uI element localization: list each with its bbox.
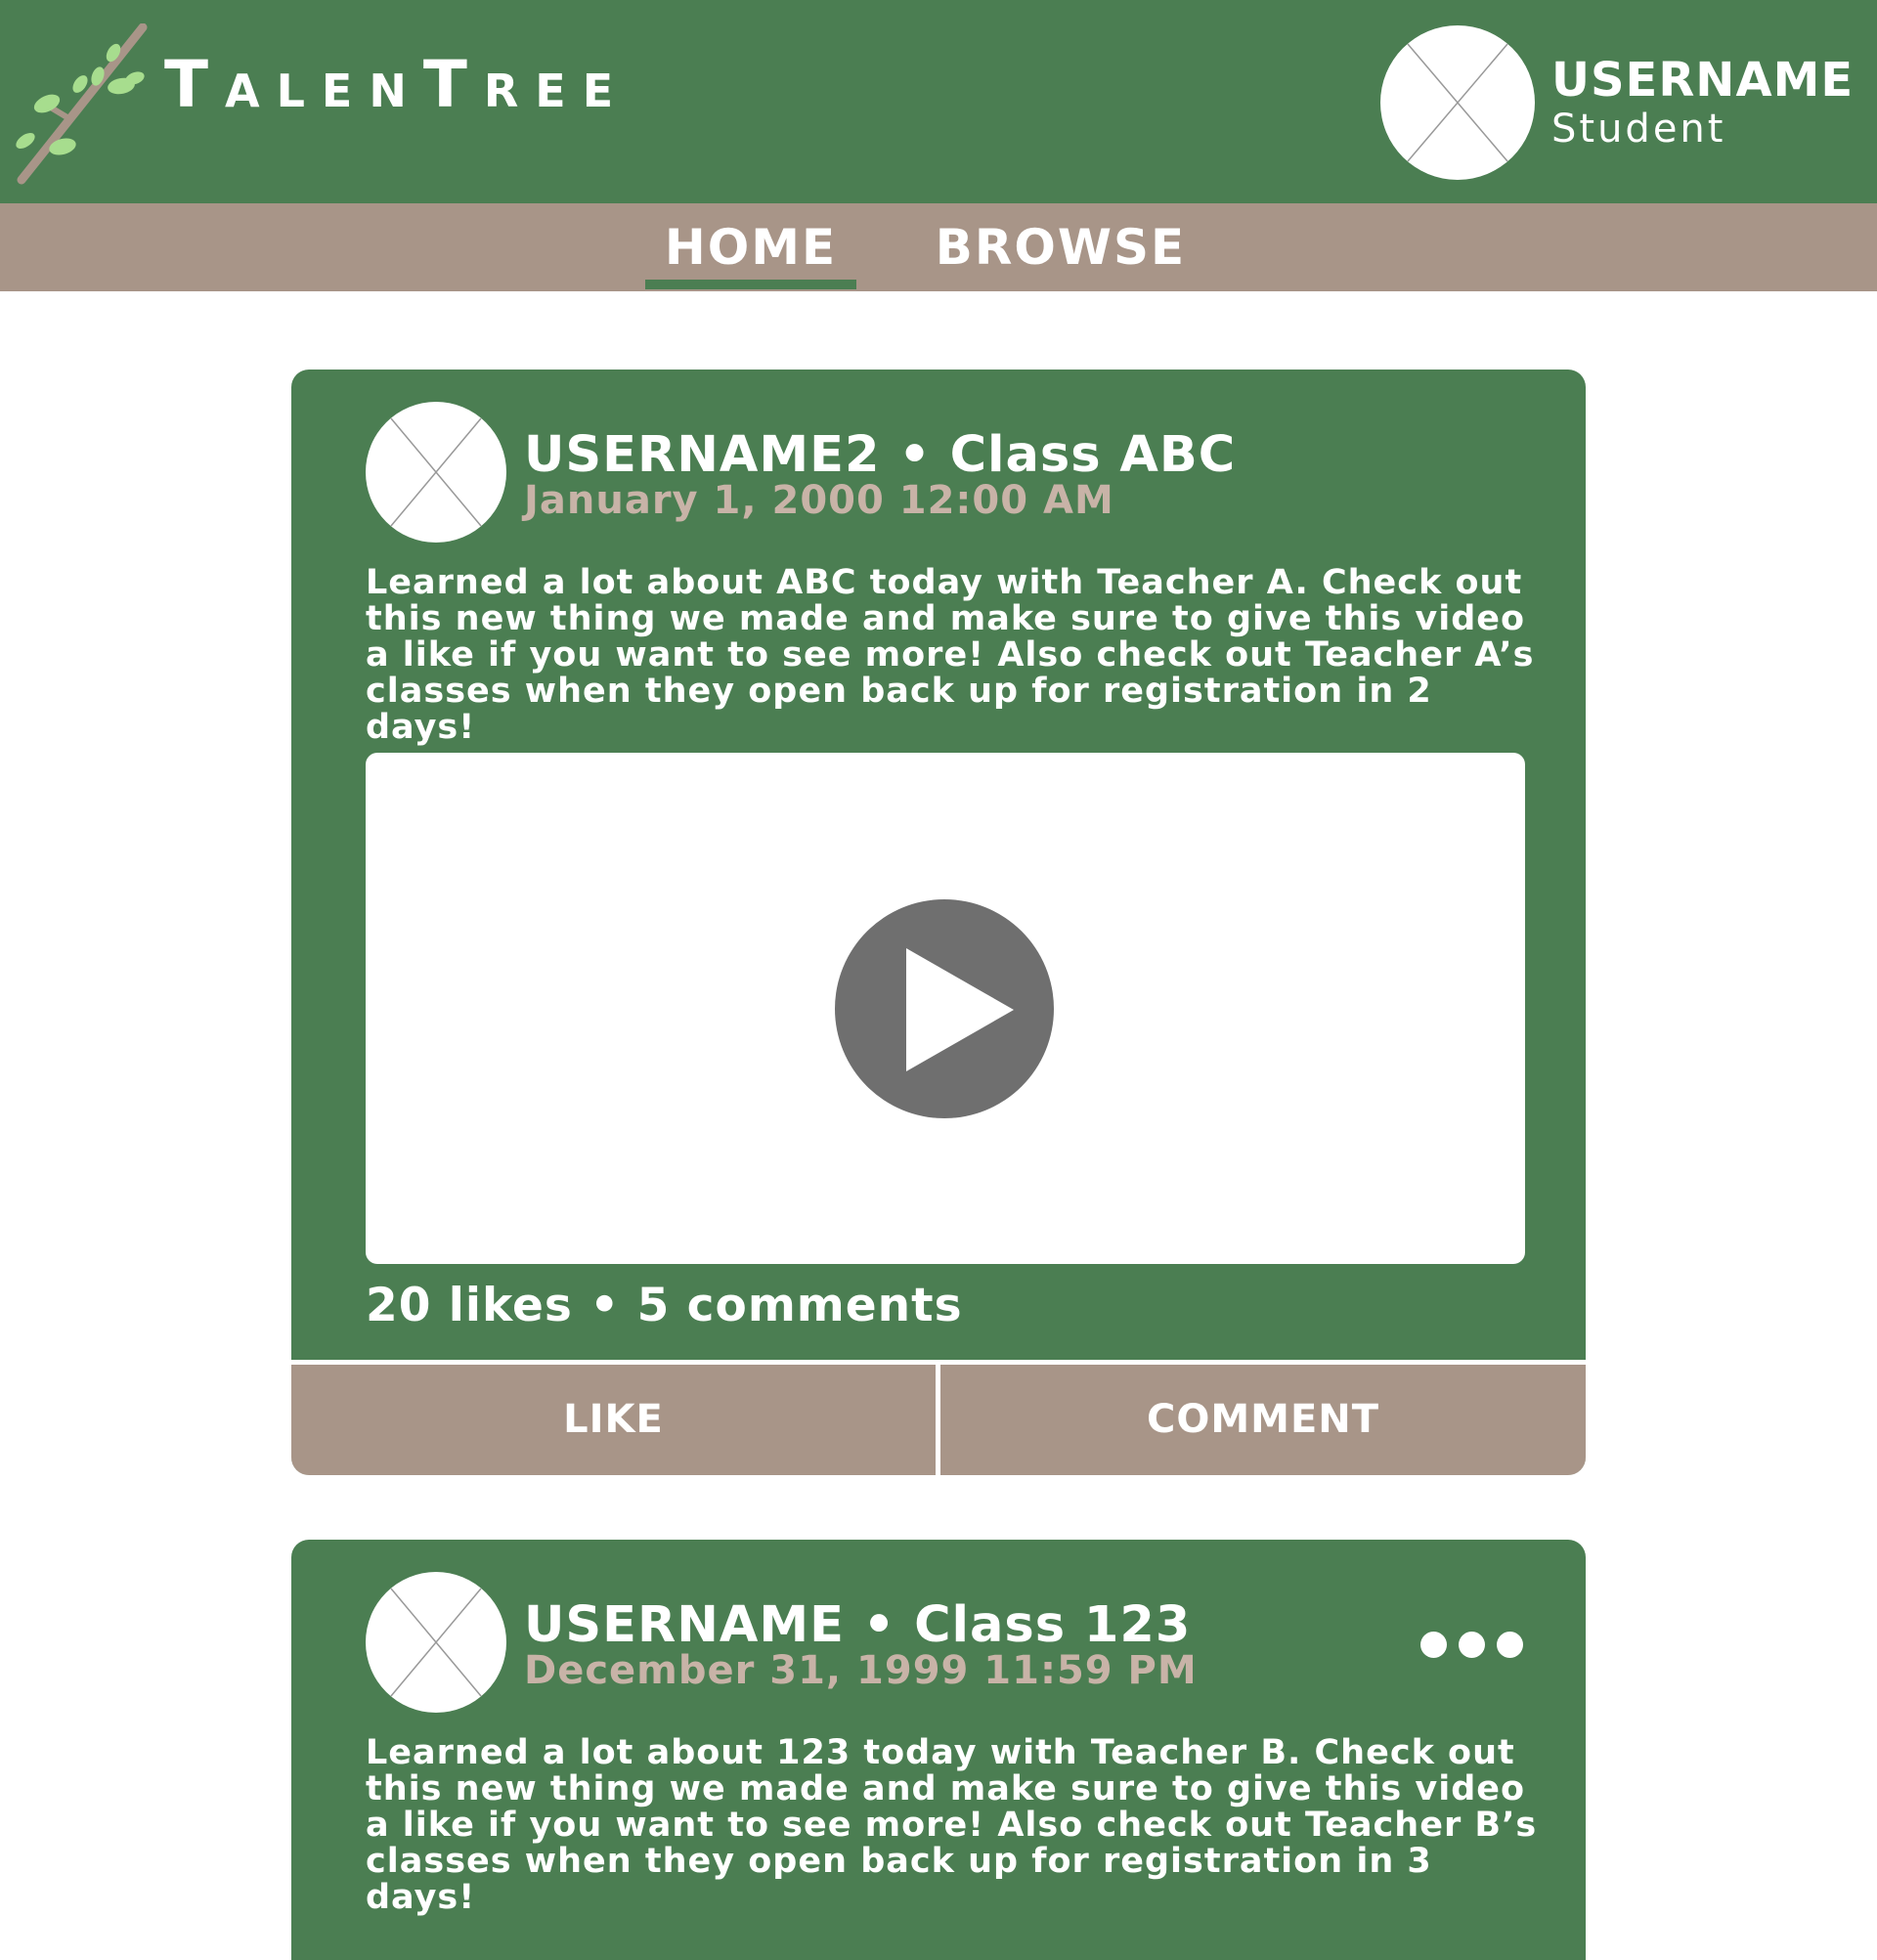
tab-home[interactable]: HOME: [645, 203, 856, 291]
post-actions: LIKE COMMENT: [291, 1360, 1586, 1475]
post-stats: 20 likes • 5 comments: [366, 1279, 963, 1332]
play-icon[interactable]: [835, 899, 1054, 1118]
user-role: Student: [1551, 107, 1726, 152]
post-author-class[interactable]: USERNAME2 • Class ABC: [524, 430, 1236, 480]
avatar-placeholder-icon[interactable]: [366, 1572, 506, 1713]
comment-button[interactable]: COMMENT: [940, 1365, 1586, 1475]
dot: [1459, 1632, 1485, 1658]
post-body: Learned a lot about ABC today with Teach…: [366, 563, 1535, 747]
active-tab-indicator: [645, 280, 856, 289]
post-timestamp: December 31, 1999 11:59 PM: [524, 1648, 1198, 1693]
top-header: TalenTree USERNAME Student: [0, 0, 1877, 203]
tab-browse[interactable]: BROWSE: [924, 203, 1198, 291]
brand-name[interactable]: TalenTree: [164, 53, 630, 117]
post-card: USERNAME • Class 123 December 31, 1999 1…: [291, 1540, 1586, 1960]
dot: [1497, 1632, 1523, 1658]
avatar-placeholder-icon[interactable]: [366, 402, 506, 543]
post-body: Learned a lot about 123 today with Teach…: [366, 1733, 1538, 1917]
nav-bar: HOME BROWSE: [0, 203, 1877, 291]
user-name[interactable]: USERNAME: [1551, 57, 1854, 104]
dot: [1420, 1632, 1447, 1658]
post-card: USERNAME2 • Class ABC January 1, 2000 12…: [291, 370, 1586, 1475]
video-player[interactable]: [366, 753, 1525, 1264]
post-timestamp: January 1, 2000 12:00 AM: [524, 478, 1114, 523]
post-author-class[interactable]: USERNAME • Class 123: [524, 1600, 1191, 1650]
avatar-placeholder-icon[interactable]: [1380, 25, 1535, 180]
more-options-icon[interactable]: [1420, 1628, 1524, 1661]
tree-branch-icon: [16, 23, 148, 185]
like-button[interactable]: LIKE: [291, 1365, 936, 1475]
